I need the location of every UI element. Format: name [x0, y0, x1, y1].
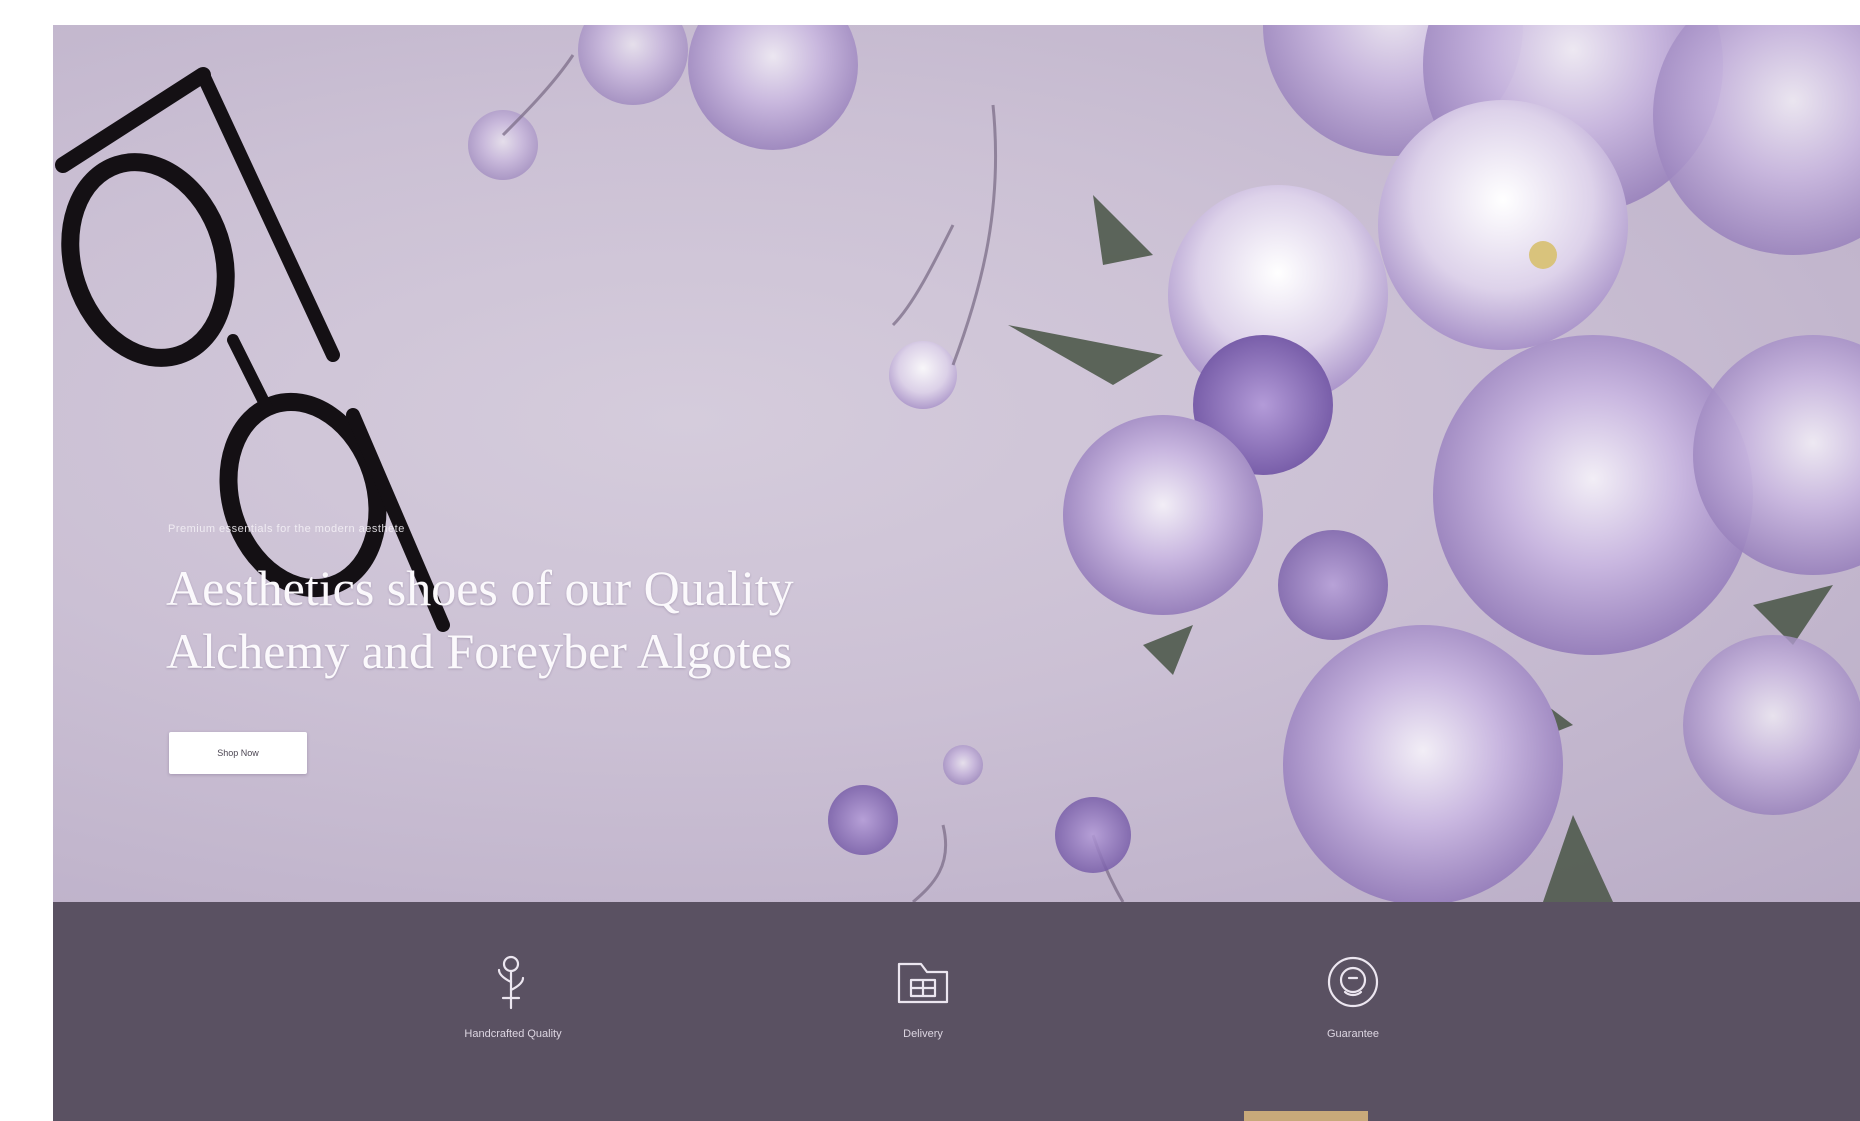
gift-box-icon — [897, 962, 949, 1004]
hero-headline-line-1: Aesthetics shoes of our Quality — [166, 560, 794, 616]
accent-bar — [1244, 1111, 1368, 1121]
hero-eyebrow: Premium essentials for the modern aesthe… — [168, 523, 405, 535]
feature-handcrafted: Handcrafted Quality — [413, 950, 613, 1040]
stems — [501, 54, 1125, 902]
support-icon — [1327, 956, 1379, 1008]
eyeglasses — [55, 67, 450, 632]
feature-guarantee: Guarantee — [1253, 950, 1453, 1040]
shop-now-button[interactable]: Shop Now — [169, 732, 307, 774]
features-band: Handcrafted Quality Delivery Guarantee — [53, 902, 1860, 1121]
bottom-blossoms — [828, 745, 1131, 873]
hero-banner: Premium essentials for the modern aesthe… — [53, 25, 1860, 902]
feature-label-delivery: Delivery — [903, 1028, 943, 1040]
feature-label-guarantee: Guarantee — [1327, 1028, 1379, 1040]
page-frame: Premium essentials for the modern aesthe… — [53, 25, 1860, 1121]
flower-icon — [497, 955, 525, 1010]
top-blossoms — [468, 25, 957, 409]
flower-cluster — [1063, 25, 1860, 902]
hero-image — [55, 25, 1860, 902]
hero-headline-line-2: Alchemy and Foreyber Algotes — [166, 623, 793, 679]
feature-delivery: Delivery — [823, 950, 1023, 1040]
hero-headline: Aesthetics shoes of our Quality Alchemy … — [166, 557, 946, 683]
feature-label-handcrafted: Handcrafted Quality — [464, 1028, 562, 1040]
